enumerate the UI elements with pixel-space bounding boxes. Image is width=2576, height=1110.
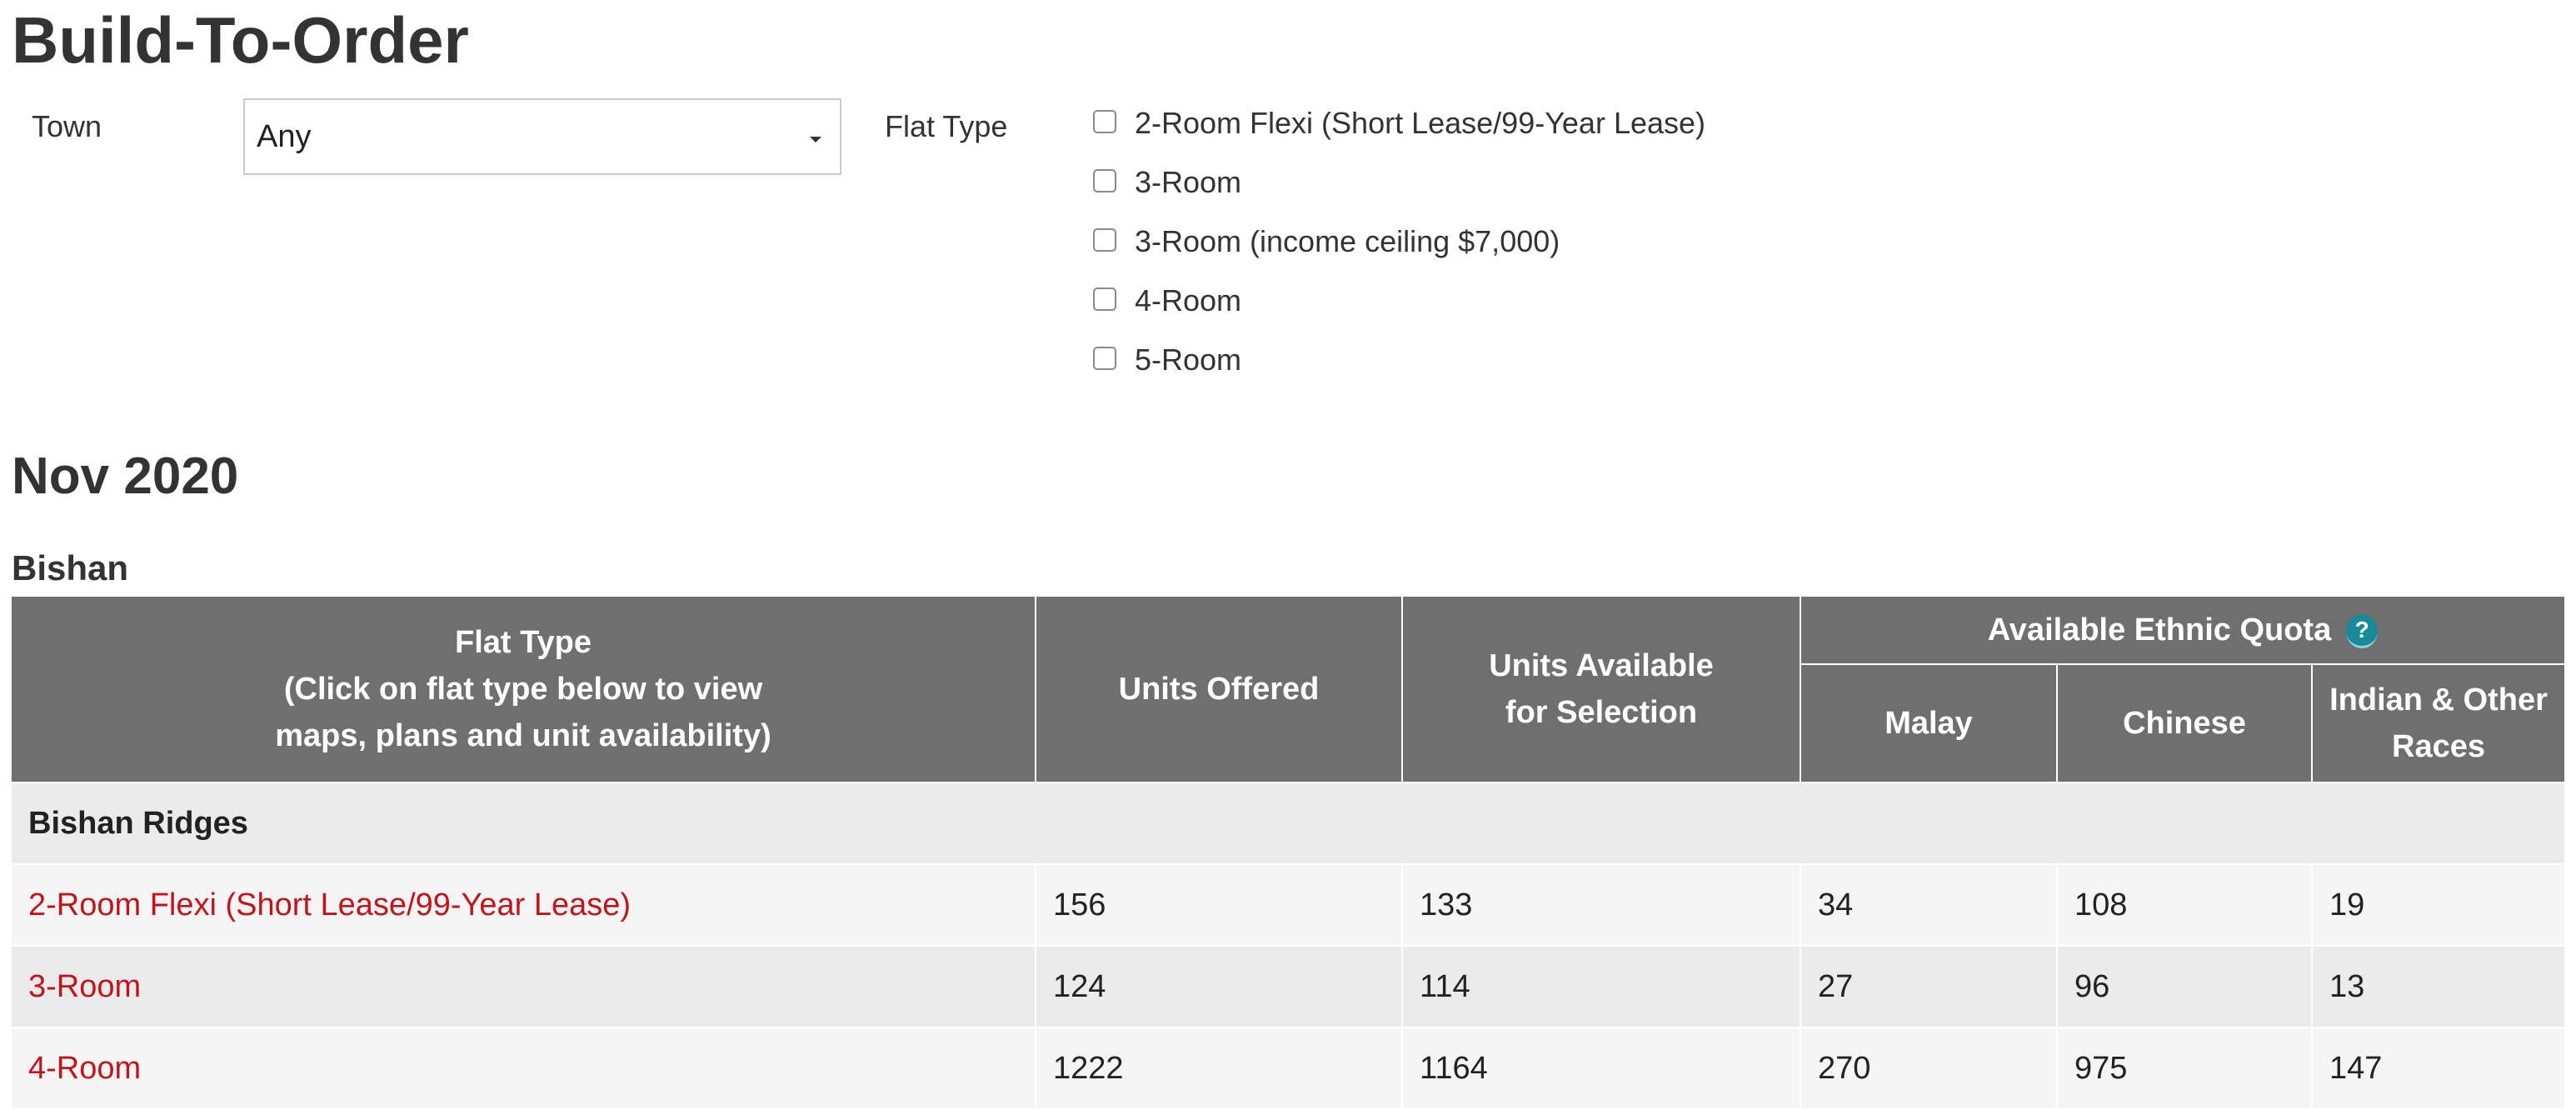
checkbox-label[interactable]: 3-Room — [1135, 164, 1241, 201]
header-flat-type: Flat Type (Click on flat type below to v… — [10, 595, 1036, 783]
town-select-value: Any — [257, 118, 312, 154]
indian-other-quota-cell: 19 — [2311, 863, 2566, 947]
malay-quota-cell: 27 — [1800, 945, 2058, 1028]
checkbox-label[interactable]: 4-Room — [1135, 282, 1241, 319]
page-title: Build-To-Order — [12, 3, 469, 77]
units-available-cell: 114 — [1401, 945, 1801, 1028]
flat-type-option[interactable]: 3-Room (income ceiling $7,000) — [1093, 223, 1705, 282]
checkbox-5-room[interactable] — [1093, 347, 1116, 370]
units-offered-cell: 124 — [1035, 945, 1403, 1028]
malay-quota-cell: 270 — [1800, 1027, 2058, 1110]
units-available-cell: 133 — [1401, 863, 1801, 947]
help-icon[interactable]: ? — [2346, 614, 2379, 649]
checkbox-label[interactable]: 5-Room — [1135, 342, 1241, 378]
project-name: Bishan Ridges — [10, 782, 2566, 865]
checkbox-label[interactable]: 3-Room (income ceiling $7,000) — [1135, 223, 1560, 260]
header-units-offered: Units Offered — [1035, 595, 1403, 783]
flat-type-link[interactable]: 3-Room — [28, 969, 141, 1004]
checkbox-3-room[interactable] — [1093, 169, 1116, 192]
launch-title: Nov 2020 — [12, 448, 239, 505]
checkbox-label[interactable]: 2-Room Flexi (Short Lease/99-Year Lease) — [1135, 105, 1705, 142]
town-select[interactable]: Any — [243, 98, 841, 175]
flat-supply-table: Flat Type (Click on flat type below to v… — [10, 595, 2566, 1110]
units-available-cell: 1164 — [1401, 1027, 1801, 1110]
chevron-down-icon — [810, 137, 821, 142]
flat-type-option[interactable]: 5-Room — [1093, 342, 1705, 401]
header-indian-other: Indian & Other Races — [2311, 663, 2566, 783]
chinese-quota-cell: 96 — [2056, 945, 2313, 1028]
flat-type-cell: 4-Room — [10, 1027, 1036, 1110]
units-offered-cell: 156 — [1035, 863, 1403, 947]
table-row: 4-Room 1222 1164 270 975 147 — [10, 1027, 2566, 1110]
indian-other-quota-cell: 147 — [2311, 1027, 2566, 1110]
malay-quota-cell: 34 — [1800, 863, 2058, 947]
flat-type-option[interactable]: 2-Room Flexi (Short Lease/99-Year Lease) — [1093, 105, 1705, 164]
units-offered-cell: 1222 — [1035, 1027, 1403, 1110]
flat-type-option[interactable]: 4-Room — [1093, 282, 1705, 342]
project-row: Bishan Ridges — [10, 782, 2566, 865]
checkbox-3-room-income-ceiling[interactable] — [1093, 228, 1116, 252]
table-row: 3-Room 124 114 27 96 13 — [10, 945, 2566, 1028]
checkbox-4-room[interactable] — [1093, 288, 1116, 311]
header-chinese: Chinese — [2056, 663, 2313, 783]
flat-type-link[interactable]: 2-Room Flexi (Short Lease/99-Year Lease) — [28, 888, 631, 922]
header-ethnic-quota: Available Ethnic Quota? — [1800, 595, 2566, 665]
flat-type-checkbox-list: 2-Room Flexi (Short Lease/99-Year Lease)… — [1093, 105, 1705, 401]
town-title: Bishan — [12, 548, 129, 588]
flat-type-cell: 3-Room — [10, 945, 1036, 1028]
checkbox-2-room-flexi[interactable] — [1093, 110, 1116, 133]
town-label: Town — [32, 109, 102, 143]
flat-type-option[interactable]: 3-Room — [1093, 164, 1705, 223]
flat-type-link[interactable]: 4-Room — [28, 1051, 141, 1086]
chinese-quota-cell: 975 — [2056, 1027, 2313, 1110]
header-ethnic-quota-label: Available Ethnic Quota — [1987, 612, 2332, 648]
chinese-quota-cell: 108 — [2056, 863, 2313, 947]
flat-type-cell: 2-Room Flexi (Short Lease/99-Year Lease) — [10, 863, 1036, 947]
header-units-available: Units Available for Selection — [1401, 595, 1801, 783]
table-row: 2-Room Flexi (Short Lease/99-Year Lease)… — [10, 863, 2566, 947]
indian-other-quota-cell: 13 — [2311, 945, 2566, 1028]
header-malay: Malay — [1800, 663, 2058, 783]
flat-type-label: Flat Type — [885, 109, 1008, 143]
